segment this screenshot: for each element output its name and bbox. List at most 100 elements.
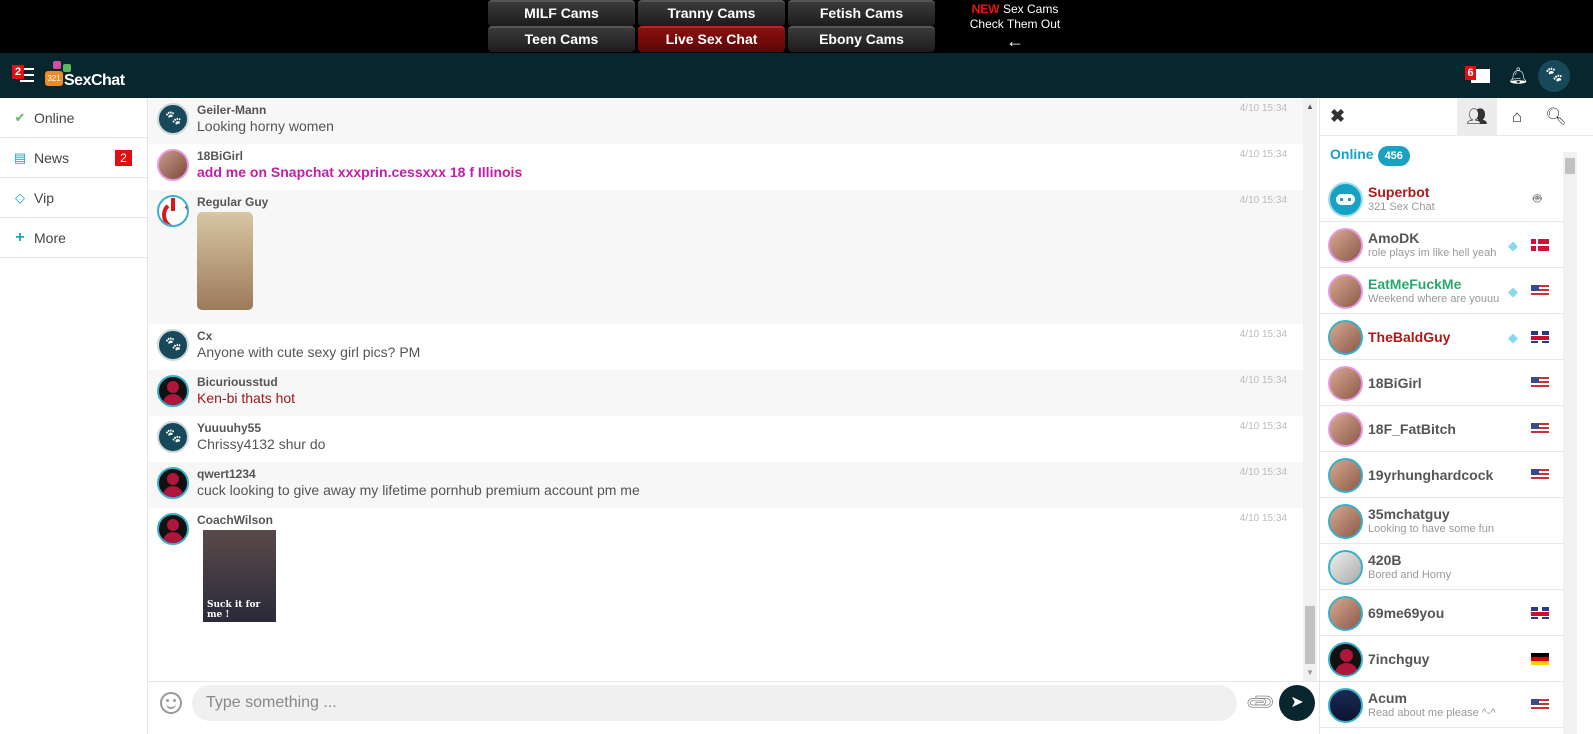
message-text: Ken-bi thats hot [197, 390, 296, 406]
live-sex-chat-link[interactable]: Live Sex Chat [638, 26, 785, 52]
milf-cams-link[interactable]: MILF Cams [488, 0, 635, 26]
sidebar-item-more[interactable]: + More [0, 218, 147, 258]
online-label: Online [1330, 146, 1374, 162]
message-time: 4/10 15:34 [1239, 329, 1287, 340]
ebony-cams-link[interactable]: Ebony Cams [788, 26, 935, 52]
menu-button[interactable]: 2 [12, 65, 36, 87]
plus-icon: + [15, 228, 25, 246]
chat-message: Bicuriousstud Ken-bi thats hot 4/10 15:3… [148, 370, 1303, 416]
paw-avatar-icon[interactable]: 🐾︎ [157, 103, 189, 135]
paperclip-icon[interactable]: 📎︎ [1243, 685, 1279, 721]
scroll-down-icon[interactable]: ▼ [1306, 668, 1314, 677]
sidebar-item-vip[interactable]: ◇ Vip [0, 178, 147, 218]
user-list-item[interactable]: 19yrhunghardcock [1320, 452, 1563, 498]
notifications-button[interactable]: 🔔︎ [1508, 66, 1528, 86]
user-avatar [1328, 366, 1363, 401]
user-list-item[interactable]: 420B Bored and Horny [1320, 544, 1563, 590]
tranny-cams-link[interactable]: Tranny Cams [638, 0, 785, 26]
user-name: 35mchatguy [1368, 506, 1450, 522]
user-list-item[interactable]: TheBaldGuy ◆ [1320, 314, 1563, 360]
message-text: Looking horny women [197, 118, 334, 134]
user-list-item[interactable]: 69me69you [1320, 590, 1563, 636]
default-person-avatar-icon[interactable] [157, 375, 189, 407]
sidebar-item-label: Vip [34, 189, 54, 206]
message-username[interactable]: Yuuuuhy55 [197, 421, 1303, 435]
tab-users[interactable]: 👥︎ [1457, 98, 1497, 136]
message-username[interactable]: qwert1234 [197, 467, 1303, 481]
promo-line2: Check Them Out [969, 17, 1061, 31]
user-list: Superbot 321 Sex Chat 🤖︎ AmoDK role play… [1320, 176, 1563, 728]
message-username[interactable]: 18BiGirl [197, 149, 1303, 163]
user-list-item[interactable]: Acum Read about me please ^-^ [1320, 682, 1563, 728]
chat-message: Regular Guy 4/10 15:34 [148, 190, 1303, 324]
send-button[interactable]: ➤ [1279, 685, 1315, 721]
users-panel: ✖ 👥︎ ⌂ 🔍︎ Online 456 Superbot 321 Sex Cha… [1319, 98, 1593, 734]
user-avatar [1328, 412, 1363, 447]
user-list-item[interactable]: AmoDK role plays im like hell yeah ◆ [1320, 222, 1563, 268]
user-list-scrollbar[interactable] [1563, 152, 1577, 734]
chat-message: CoachWilson Suck it for me ! 4/10 15:34 [148, 508, 1303, 636]
user-list-item[interactable]: 35mchatguy Looking to have some fun [1320, 498, 1563, 544]
default-person-avatar-icon[interactable] [157, 513, 189, 545]
sidebar-item-label: News [34, 149, 70, 166]
message-input[interactable] [192, 685, 1237, 721]
message-time: 4/10 15:34 [1239, 149, 1287, 160]
sidebar-item-online[interactable]: ✔ Online [0, 98, 147, 138]
image-attachment[interactable] [197, 212, 253, 310]
emoji-icon[interactable] [160, 692, 182, 714]
scroll-up-icon[interactable]: ▲ [1306, 102, 1314, 111]
chat-message: qwert1234 cuck looking to give away my l… [148, 462, 1303, 508]
vip-diamond-icon: ◆ [1508, 330, 1518, 345]
default-person-avatar-icon [1328, 642, 1363, 677]
logo-bubble-green [63, 64, 71, 72]
android-icon: 🤖︎ [1533, 190, 1542, 206]
fetish-cams-link[interactable]: Fetish Cams [788, 0, 935, 26]
online-count-badge: 456 [1377, 146, 1410, 166]
user-list-item[interactable]: 18BiGirl [1320, 360, 1563, 406]
flag-usa-icon [1531, 699, 1549, 711]
power-avatar-icon[interactable] [157, 195, 189, 227]
scroll-thumb[interactable] [1565, 158, 1575, 174]
user-menu-avatar[interactable]: 🐾︎ [1538, 60, 1570, 92]
message-username[interactable]: Cx [197, 329, 1303, 343]
sidebar-item-label: More [34, 229, 66, 246]
user-list-item[interactable]: EatMeFuckMe Weekend where are youuu ◆ [1320, 268, 1563, 314]
flag-germany-icon [1531, 653, 1549, 665]
sidebar-item-news[interactable]: ▤ News 2 [0, 138, 147, 178]
message-username[interactable]: Regular Guy [197, 195, 1303, 209]
news-badge: 2 [115, 150, 132, 166]
paw-avatar-icon[interactable]: 🐾︎ [157, 329, 189, 361]
image-attachment[interactable]: Suck it for me ! [203, 530, 276, 622]
teen-cams-link[interactable]: Teen Cams [488, 26, 635, 52]
user-status: Bored and Horny [1368, 569, 1452, 581]
message-username[interactable]: Bicuriousstud [197, 375, 1303, 389]
flag-usa-icon [1531, 423, 1549, 435]
messages-button[interactable]: 6 [1465, 66, 1491, 86]
user-avatar [1328, 504, 1363, 539]
mail-badge: 6 [1465, 66, 1476, 80]
close-icon[interactable]: ✖ [1330, 106, 1345, 127]
message-text: Chrissy4132 shur do [197, 436, 326, 452]
default-person-avatar-icon[interactable] [157, 467, 189, 499]
message-username[interactable]: Geiler-Mann [197, 103, 1303, 117]
tab-home[interactable]: ⌂ [1497, 98, 1537, 136]
chat-log: 🐾︎ Geiler-Mann Looking horny women 4/10 … [148, 98, 1303, 681]
message-text: Anyone with cute sexy girl pics? PM [197, 344, 421, 360]
user-list-item[interactable]: 7inchguy [1320, 636, 1563, 682]
vip-diamond-icon: ◆ [1508, 284, 1518, 299]
user-avatar[interactable] [157, 149, 189, 181]
promo-link[interactable]: NEW Sex Cams Check Them Out ← [960, 2, 1070, 50]
message-username[interactable]: CoachWilson [197, 513, 1303, 527]
message-text: add me on Snapchat xxxprin.cessxxx 18 f … [197, 164, 523, 180]
paw-avatar-icon[interactable]: 🐾︎ [157, 421, 189, 453]
arrow-left-icon: ← [1006, 31, 1024, 51]
flag-uk-icon [1531, 607, 1549, 619]
chat-scrollbar[interactable]: ▲ ▼ [1303, 98, 1317, 681]
user-list-item[interactable]: 18F_FatBitch [1320, 406, 1563, 452]
message-time: 4/10 15:34 [1239, 513, 1287, 524]
user-list-item[interactable]: Superbot 321 Sex Chat 🤖︎ [1320, 176, 1563, 222]
user-name: 19yrhunghardcock [1368, 467, 1494, 483]
tab-search[interactable]: 🔍︎ [1536, 98, 1576, 136]
scroll-thumb[interactable] [1305, 606, 1315, 664]
logo[interactable]: 321 SexChat [45, 61, 135, 91]
